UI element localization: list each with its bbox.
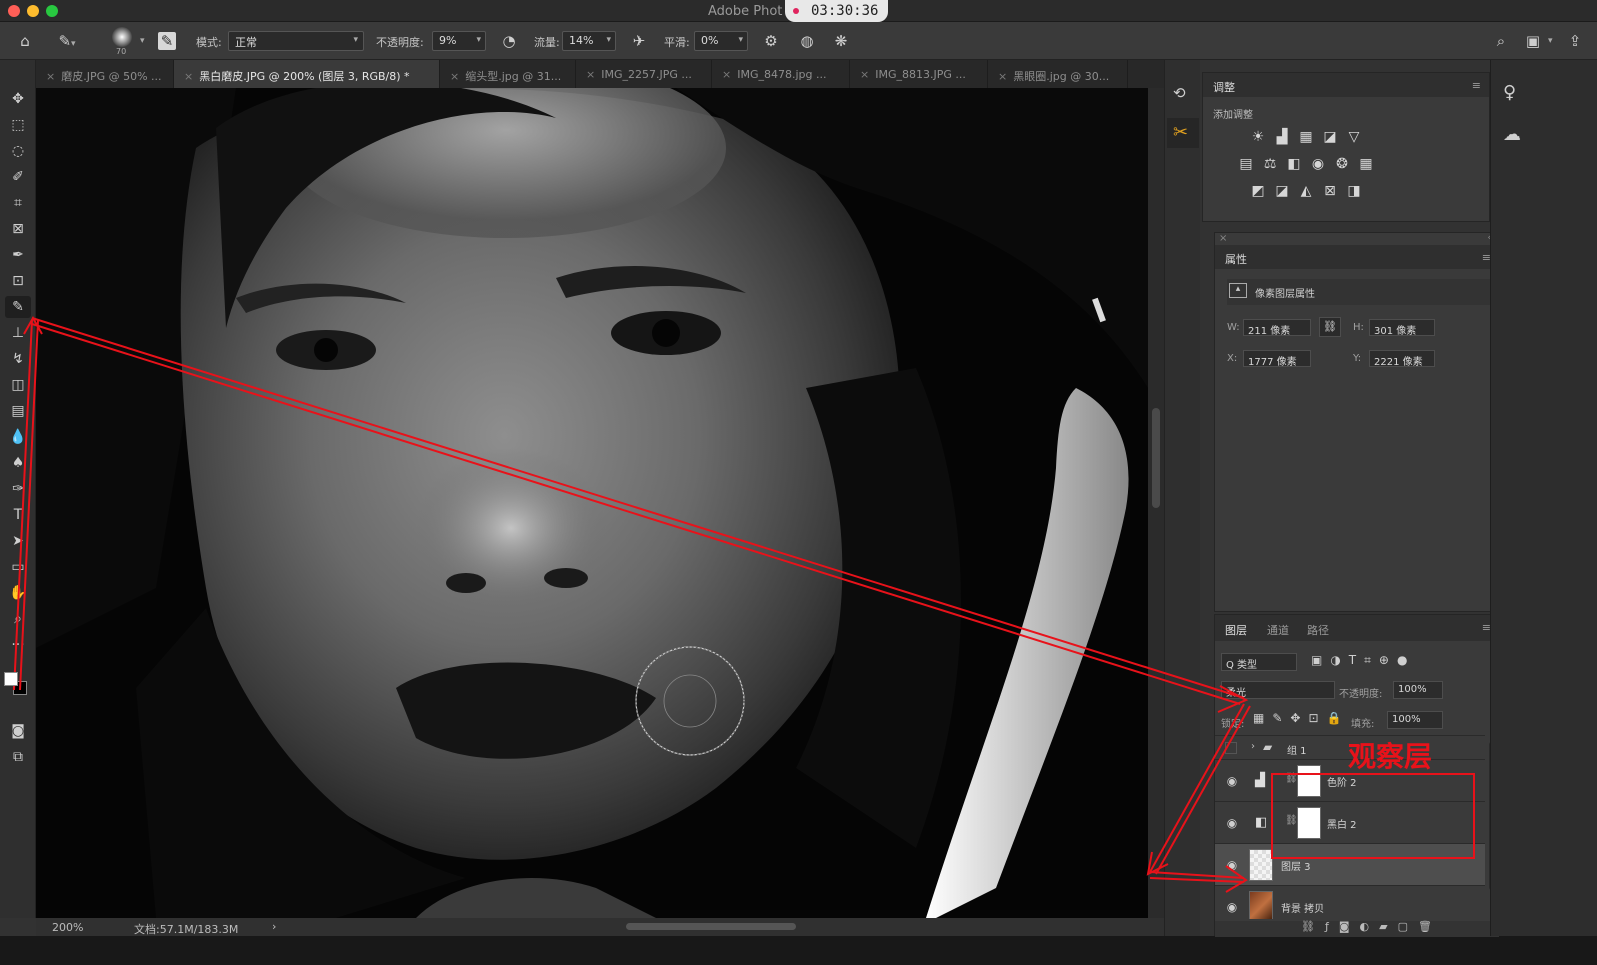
annotation-arrow <box>1149 871 1245 879</box>
annotation-arrow <box>1149 703 1245 873</box>
photoshop-window: Adobe Phot 03:30:36 ⌂ ✎▾ 70 ▾ ✎ 模式: 正常 ▾ … <box>0 0 1597 965</box>
annotation-arrow <box>31 317 1245 699</box>
annotation-box <box>1271 773 1475 859</box>
annotation-arrow <box>1149 877 1245 883</box>
annotation-arrow <box>1155 705 1251 875</box>
annotation-label: 观察层 <box>1348 740 1433 773</box>
annotation-arrowhead <box>1225 865 1248 893</box>
annotation-overlay <box>13 315 1475 893</box>
foreground-color-swatch[interactable] <box>4 672 18 686</box>
annotation-arrow <box>31 323 1241 705</box>
